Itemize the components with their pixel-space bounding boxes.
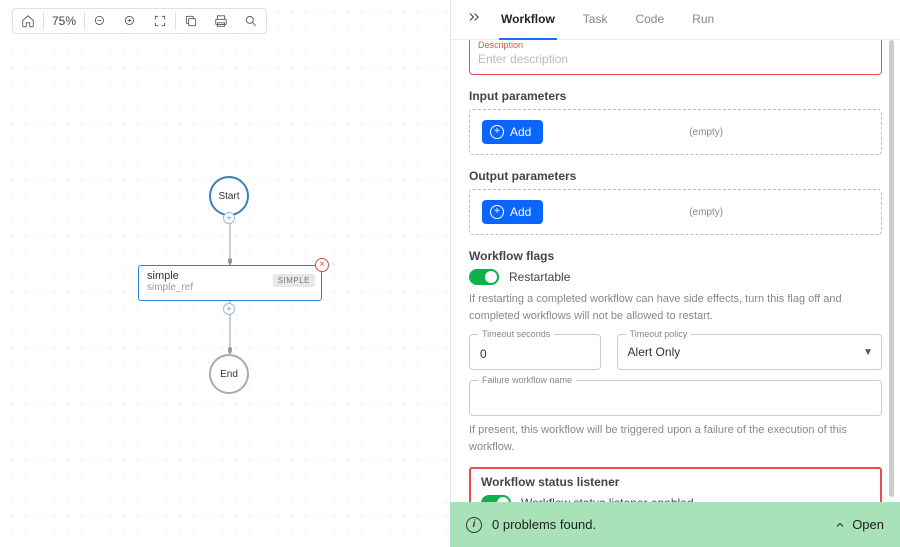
status-listener-title: Workflow status listener (481, 475, 870, 489)
timeout-policy-field[interactable]: Timeout policy Alert Only ▼ (617, 334, 882, 370)
dropdown-icon: ▼ (863, 347, 873, 358)
restartable-help: If restarting a completed workflow can h… (469, 291, 882, 324)
tab-task[interactable]: Task (581, 0, 610, 40)
task-type-badge: SIMPLE (273, 274, 315, 287)
panel-body: Description Input parameters + Add (empt… (451, 40, 900, 502)
chevron-up-icon (834, 519, 846, 531)
start-node[interactable]: Start (209, 176, 249, 216)
timeout-seconds-field[interactable]: Timeout seconds (469, 334, 601, 370)
add-label: Add (510, 205, 531, 219)
input-params-title: Input parameters (469, 89, 882, 103)
tab-run[interactable]: Run (690, 0, 716, 40)
input-params-box: + Add (empty) (469, 109, 882, 155)
timeout-seconds-label: Timeout seconds (478, 329, 554, 339)
panel-tabs: Workflow Task Code Run (451, 0, 900, 40)
task-node[interactable]: simple simple_ref SIMPLE × (138, 265, 322, 301)
end-node-label: End (220, 369, 238, 380)
add-edge-button[interactable]: + (223, 212, 235, 224)
zoom-level: 75% (44, 14, 84, 28)
description-field[interactable]: Description (469, 40, 882, 75)
failure-workflow-field[interactable]: Failure workflow name (469, 380, 882, 416)
add-input-param-button[interactable]: + Add (482, 120, 543, 144)
listener-enabled-row: Workflow status listener enabled (481, 495, 870, 502)
copy-button[interactable] (176, 9, 206, 33)
output-params-empty: (empty) (689, 207, 723, 218)
output-params-title: Output parameters (469, 169, 882, 183)
scrollbar[interactable] (889, 40, 894, 497)
tab-workflow[interactable]: Workflow (499, 0, 557, 40)
timeout-policy-label: Timeout policy (626, 329, 692, 339)
plus-icon: + (490, 205, 504, 219)
restartable-label: Restartable (509, 270, 570, 284)
collapse-panel-button[interactable] (467, 10, 481, 29)
status-bar: i 0 problems found. Open (450, 502, 900, 547)
add-edge-button[interactable]: + (223, 303, 235, 315)
open-label: Open (852, 517, 884, 532)
home-button[interactable] (13, 9, 43, 33)
failure-workflow-input[interactable] (480, 393, 871, 407)
zoom-out-button[interactable] (85, 9, 115, 33)
end-node[interactable]: End (209, 354, 249, 394)
description-input[interactable] (478, 52, 873, 66)
workflow-flags-title: Workflow flags (469, 249, 882, 263)
canvas-toolbar: 75% (12, 8, 267, 34)
timeout-seconds-input[interactable] (480, 347, 590, 361)
restartable-row: Restartable (469, 269, 882, 285)
properties-panel: Workflow Task Code Run Description Input… (450, 0, 900, 502)
listener-enabled-toggle[interactable] (481, 495, 511, 502)
workflow-canvas[interactable]: Start + simple simple_ref SIMPLE × + End (0, 0, 450, 547)
description-label: Description (478, 40, 873, 50)
delete-task-button[interactable]: × (315, 258, 329, 272)
open-problems-button[interactable]: Open (834, 517, 884, 532)
print-button[interactable] (206, 9, 236, 33)
timeout-policy-value: Alert Only (628, 345, 871, 359)
fit-screen-button[interactable] (145, 9, 175, 33)
restartable-toggle[interactable] (469, 269, 499, 285)
input-params-empty: (empty) (689, 127, 723, 138)
zoom-in-button[interactable] (115, 9, 145, 33)
output-params-box: + Add (empty) (469, 189, 882, 235)
status-listener-section: Workflow status listener Workflow status… (469, 467, 882, 502)
start-node-label: Start (218, 191, 239, 202)
search-button[interactable] (236, 9, 266, 33)
tab-code[interactable]: Code (633, 0, 666, 40)
status-text: 0 problems found. (492, 517, 824, 532)
add-output-param-button[interactable]: + Add (482, 200, 543, 224)
failure-workflow-label: Failure workflow name (478, 375, 576, 385)
timeout-row: Timeout seconds Timeout policy Alert Onl… (469, 334, 882, 370)
failure-workflow-help: If present, this workflow will be trigge… (469, 422, 882, 455)
plus-icon: + (490, 125, 504, 139)
add-label: Add (510, 125, 531, 139)
info-icon: i (466, 517, 482, 533)
